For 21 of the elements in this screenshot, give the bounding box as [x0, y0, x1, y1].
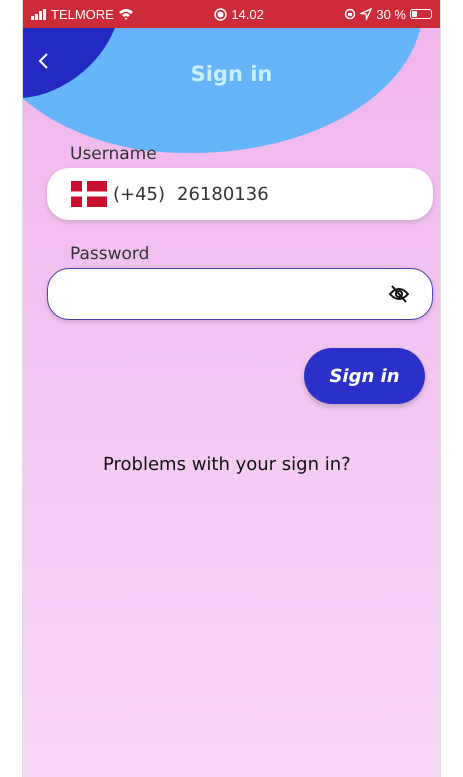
- battery-icon: [410, 9, 432, 19]
- carrier-name: TELMORE: [51, 6, 114, 22]
- country-code[interactable]: (+45): [113, 184, 166, 204]
- field-label: Username: [70, 144, 158, 164]
- page-title: Sign in: [190, 62, 272, 86]
- username-field[interactable]: (+45) 26180136: [47, 168, 433, 220]
- location-arrow-icon: [360, 8, 372, 20]
- flag-icon: [71, 181, 107, 207]
- sign-in-button[interactable]: Sign in: [304, 348, 425, 404]
- signal-icon: [31, 8, 47, 20]
- chevron-left-icon: [37, 52, 49, 70]
- battery-percent: 30 %: [376, 6, 406, 22]
- clock-time: 14.02: [231, 6, 264, 22]
- rotation-lock-icon: [344, 8, 356, 20]
- help-link[interactable]: Problems with your sign in?: [103, 454, 351, 475]
- record-icon: [214, 8, 228, 20]
- field-label: Password: [70, 244, 150, 264]
- password-field[interactable]: [47, 268, 433, 320]
- wifi-icon: [118, 8, 134, 20]
- phone-number: 26180136: [177, 184, 269, 204]
- eye-slash-icon[interactable]: [388, 284, 410, 304]
